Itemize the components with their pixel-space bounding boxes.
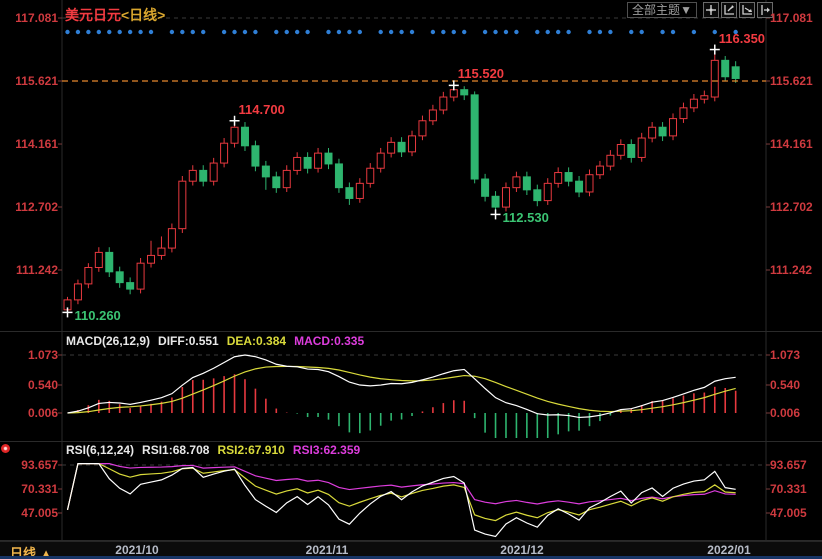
gridlines [62,18,766,465]
chart-title: 美元日元<日线> [65,5,165,25]
price-label-1-left: 115.621 [6,74,58,88]
alert-icon [1,444,10,453]
chart-canvas[interactable] [0,0,822,559]
chevron-down-icon: ▼ [680,3,692,17]
crosshair-move-icon [705,4,717,16]
price-label-1-right: 115.621 [770,74,813,88]
date-label-dec: 2021/12 [500,543,543,557]
price-label-0-right: 117.081 [770,11,813,25]
axis-ticks [58,18,770,513]
rsi-lines [68,464,736,537]
date-label-jan: 2022/01 [707,543,750,557]
macd-label-0-left: 1.073 [6,348,58,362]
macd-label-2-left: 0.006 [6,406,58,420]
date-label-oct: 2021/10 [115,543,158,557]
axis-zoom-left-icon [723,4,735,16]
candlesticks [64,50,739,313]
signal-dots [65,30,738,34]
macd-label-2-right: 0.006 [770,406,800,420]
rsi-label-1-left: 70.331 [6,482,58,496]
price-label-3-right: 112.702 [770,200,813,214]
price-label-4-right: 111.242 [770,263,812,277]
extreme-markers [63,45,720,318]
price-annotation-112.530: 112.530 [503,210,549,225]
crosshair-move-button[interactable] [703,2,719,18]
macd-header: MACD(26,12,9) DIFF:0.551 DEA:0.384 MACD:0.3… [66,334,364,348]
date-label-nov: 2021/11 [306,543,349,557]
macd-lines [68,355,736,417]
axis-zoom-left-button[interactable] [721,2,737,18]
rsi-label-0-right: 93.657 [770,458,807,472]
price-label-2-right: 114.161 [770,137,813,151]
symbol-name: 美元日元 [65,7,121,23]
period-tag: <日线> [121,7,165,23]
macd-diff-value: DIFF:0.551 [158,334,219,348]
macd-label-1-left: 0.540 [6,378,58,392]
price-annotation-110.260: 110.260 [75,308,121,323]
theme-dropdown[interactable]: 全部主题▼ [627,2,697,18]
rsi-params-label: RSI(6,12,24) [66,443,134,457]
rsi1-value: RSI1:68.708 [142,443,209,457]
trading-app-window: 美元日元<日线> 全部主题▼ [0,0,822,559]
price-label-4-left: 111.242 [6,263,58,277]
rsi-label-2-right: 47.005 [770,506,807,520]
price-label-2-left: 114.161 [6,137,58,151]
rsi-label-0-left: 93.657 [6,458,58,472]
rsi-header: RSI(6,12,24) RSI1:68.708 RSI2:67.910 RSI3:6… [66,443,360,457]
rsi2-value: RSI2:67.910 [217,443,284,457]
axis-zoom-right-icon [741,4,753,16]
price-annotation-115.520: 115.520 [458,66,504,81]
price-label-0-left: 117.081 [6,11,58,25]
macd-label-1-right: 0.540 [770,378,800,392]
macd-label-0-right: 1.073 [770,348,800,362]
macd-macd-value: MACD:0.335 [294,334,364,348]
rsi3-value: RSI3:62.359 [293,443,360,457]
rsi-label-2-left: 47.005 [6,506,58,520]
price-annotation-114.700: 114.700 [239,102,285,117]
price-label-3-left: 112.702 [6,200,58,214]
axis-zoom-right-button[interactable] [739,2,755,18]
price-annotation-116.350: 116.350 [719,31,765,46]
macd-params-label: MACD(26,12,9) [66,334,150,348]
rsi-label-1-right: 70.331 [770,482,807,496]
theme-dropdown-label: 全部主题 [632,3,680,17]
macd-dea-value: DEA:0.384 [227,334,286,348]
